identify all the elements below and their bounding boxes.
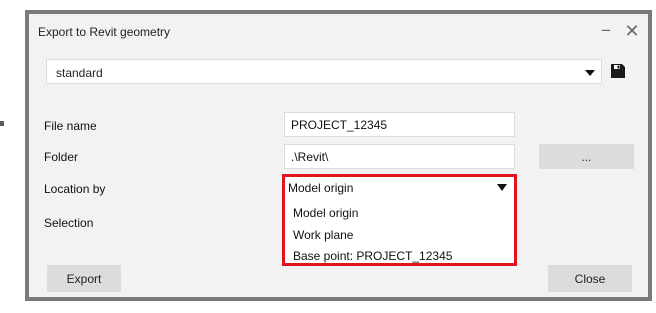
export-button[interactable]: Export bbox=[47, 265, 121, 292]
option-base-point[interactable]: Base point: PROJECT_12345 bbox=[293, 249, 452, 263]
location-select[interactable]: Model origin bbox=[284, 176, 515, 199]
minimize-button[interactable]: − bbox=[595, 20, 617, 42]
title-bar[interactable]: Export to Revit geometry − ✕ bbox=[29, 14, 648, 50]
profile-selected-value: standard bbox=[56, 66, 103, 80]
location-label: Location by bbox=[44, 182, 106, 196]
option-model-origin[interactable]: Model origin bbox=[293, 206, 358, 220]
chevron-down-icon bbox=[585, 70, 595, 76]
browse-button[interactable]: ... bbox=[539, 144, 634, 169]
profile-select[interactable]: standard bbox=[46, 59, 602, 84]
selection-label: Selection bbox=[44, 216, 94, 230]
background-mark bbox=[0, 121, 4, 126]
export-dialog: Export to Revit geometry − ✕ standard Fi… bbox=[29, 14, 648, 297]
location-dropdown-list: Model origin Work plane Base point: PROJ… bbox=[284, 199, 515, 264]
close-icon[interactable]: ✕ bbox=[621, 20, 643, 42]
dialog-title: Export to Revit geometry bbox=[38, 25, 171, 39]
folder-label: Folder bbox=[44, 150, 79, 164]
option-work-plane[interactable]: Work plane bbox=[293, 228, 353, 242]
location-selected-value: Model origin bbox=[288, 181, 354, 195]
save-icon[interactable] bbox=[610, 63, 626, 79]
file-name-input[interactable] bbox=[284, 112, 515, 137]
file-name-label: File name bbox=[44, 119, 97, 133]
chevron-down-icon bbox=[497, 184, 507, 191]
folder-input[interactable] bbox=[284, 144, 515, 169]
close-button[interactable]: Close bbox=[548, 265, 632, 292]
